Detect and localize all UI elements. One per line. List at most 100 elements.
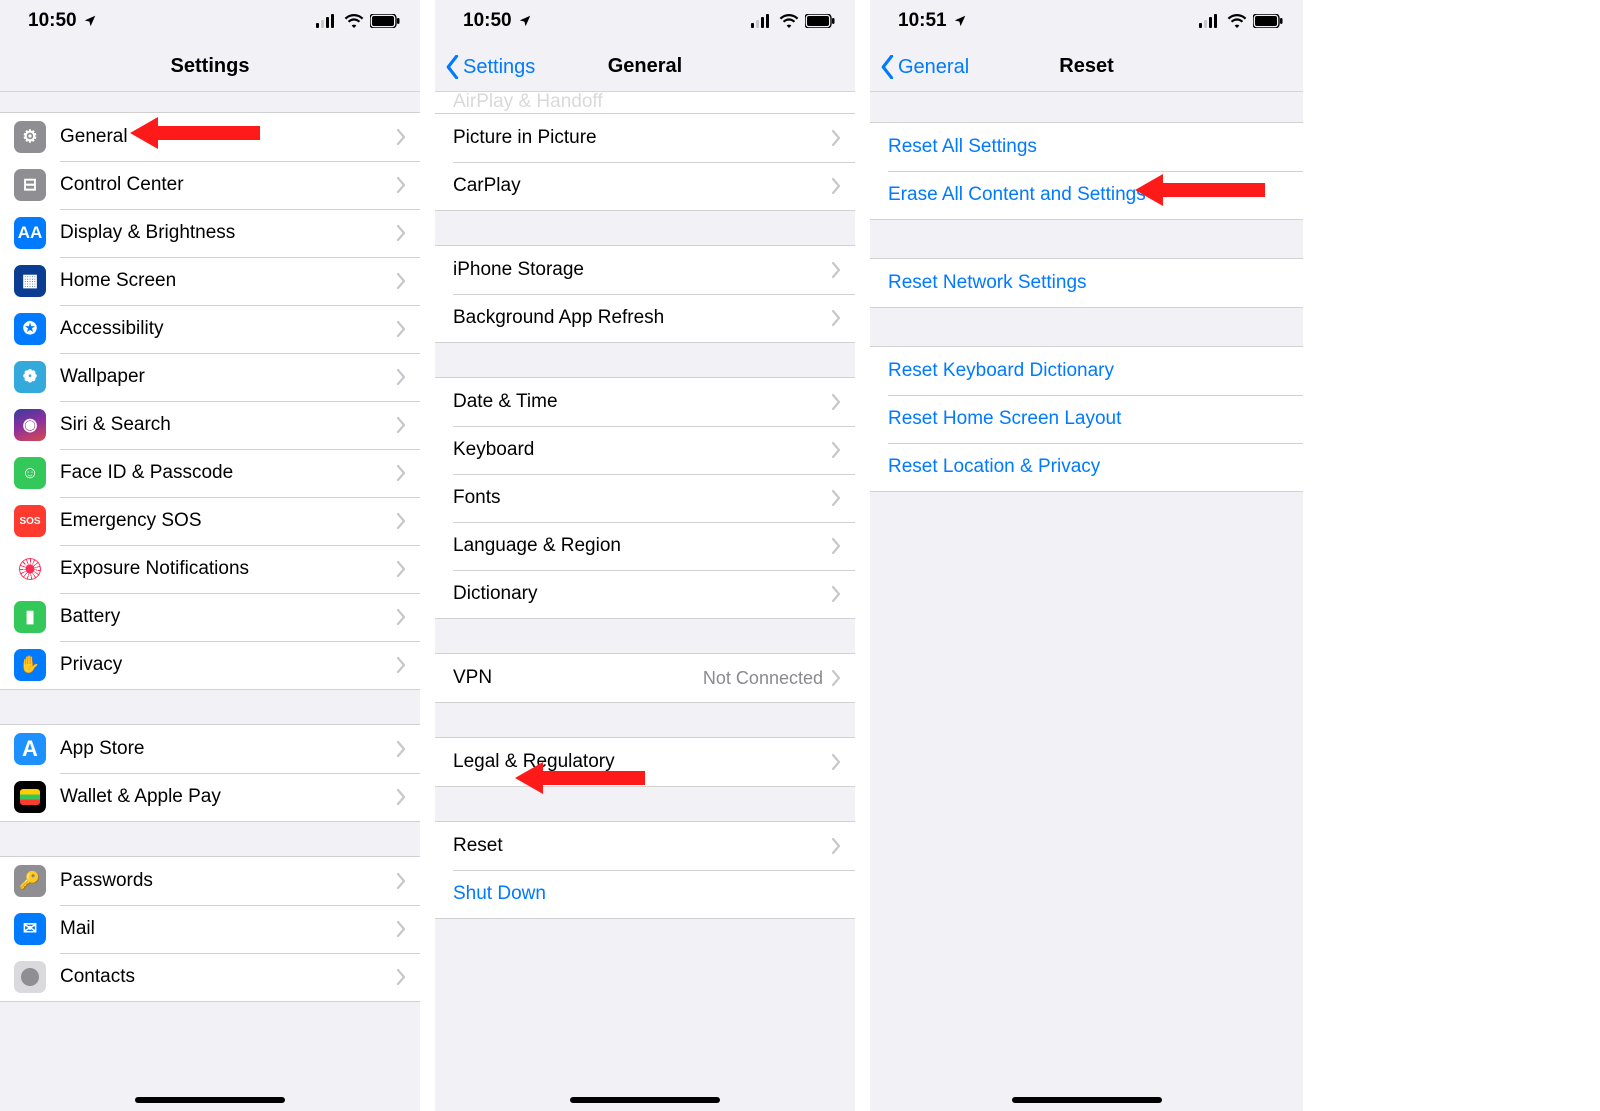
control-center-icon: ⊟ [14,169,46,201]
emergency-sos-icon: SOS [14,505,46,537]
row-label: Shut Down [453,883,841,905]
status-time: 10:51 [898,10,947,32]
row-label: Erase All Content and Settings [888,184,1289,206]
row-language-region[interactable]: Language & Region [435,522,855,570]
chevron-right-icon [396,513,406,529]
nav-bar: Settings [0,42,420,92]
settings-screen: 10:50 Settings ⚙ General ⊟ Control [0,0,420,1111]
row-control-center[interactable]: ⊟ Control Center [0,161,420,209]
row-label: Reset Network Settings [888,272,1289,294]
row-home-screen[interactable]: ▦ Home Screen [0,257,420,305]
row-reset-home-screen-layout[interactable]: Reset Home Screen Layout [870,395,1303,443]
row-label: Reset All Settings [888,136,1289,158]
row-label: General [60,126,396,148]
row-mail[interactable]: ✉ Mail [0,905,420,953]
row-label: Contacts [60,966,396,988]
home-screen-icon: ▦ [14,265,46,297]
home-indicator [1012,1097,1162,1103]
reset-screen: 10:51 General Reset Reset All SettingsEr… [870,0,1303,1111]
row-label: Privacy [60,654,396,676]
faceid-passcode-icon: ☺ [14,457,46,489]
general-content[interactable]: AirPlay & Handoff Picture in Picture CarP… [435,92,855,1111]
back-button[interactable]: Settings [445,42,535,92]
row-fonts[interactable]: Fonts [435,474,855,522]
chevron-right-icon [831,586,841,602]
accessibility-icon: ✪ [14,313,46,345]
status-bar: 10:51 [870,0,1303,42]
row-legal-regulatory[interactable]: Legal & Regulatory [435,738,855,786]
row-keyboard[interactable]: Keyboard [435,426,855,474]
row-faceid-passcode[interactable]: ☺ Face ID & Passcode [0,449,420,497]
reset-content[interactable]: Reset All Settings Erase All Content and … [870,92,1303,1111]
appstore-icon: A [14,733,46,765]
row-label: Passwords [60,870,396,892]
row-dictionary[interactable]: Dictionary [435,570,855,618]
settings-content[interactable]: ⚙ General ⊟ Control Center AA Display & … [0,92,420,1111]
row-label: CarPlay [453,175,831,197]
row-picture-in-picture[interactable]: Picture in Picture [435,114,855,162]
chevron-right-icon [831,538,841,554]
row-reset-keyboard-dictionary[interactable]: Reset Keyboard Dictionary [870,347,1303,395]
chevron-right-icon [831,262,841,278]
contacts-icon [14,961,46,993]
row-erase-all-content[interactable]: Erase All Content and Settings [870,171,1303,219]
row-label: Wallet & Apple Pay [60,786,396,808]
chevron-right-icon [396,969,406,985]
row-battery[interactable]: ▮ Battery [0,593,420,641]
row-iphone-storage[interactable]: iPhone Storage [435,246,855,294]
exposure-icon [14,553,46,585]
row-reset-network-settings[interactable]: Reset Network Settings [870,259,1303,307]
row-shut-down[interactable]: Shut Down [435,870,855,918]
chevron-right-icon [831,394,841,410]
row-siri-search[interactable]: ◉ Siri & Search [0,401,420,449]
wifi-icon [779,14,799,28]
row-label: Reset Keyboard Dictionary [888,360,1289,382]
row-label: Fonts [453,487,831,509]
battery-icon [1253,14,1283,28]
row-date-time[interactable]: Date & Time [435,378,855,426]
row-privacy[interactable]: ✋ Privacy [0,641,420,689]
back-button[interactable]: General [880,42,969,92]
row-app-store[interactable]: A App Store [0,725,420,773]
wifi-icon [344,14,364,28]
chevron-right-icon [396,873,406,889]
row-exposure-notifications[interactable]: Exposure Notifications [0,545,420,593]
chevron-right-icon [396,609,406,625]
row-display-brightness[interactable]: AA Display & Brightness [0,209,420,257]
row-label: Dictionary [453,583,831,605]
row-label: Control Center [60,174,396,196]
row-label: VPN [453,667,703,689]
row-label: Mail [60,918,396,940]
row-background-app-refresh[interactable]: Background App Refresh [435,294,855,342]
row-wallet-apple-pay[interactable]: Wallet & Apple Pay [0,773,420,821]
chevron-right-icon [396,321,406,337]
row-accessibility[interactable]: ✪ Accessibility [0,305,420,353]
chevron-right-icon [831,838,841,854]
row-label: Emergency SOS [60,510,396,532]
chevron-right-icon [396,417,406,433]
row-general[interactable]: ⚙ General [0,113,420,161]
general-icon: ⚙ [14,121,46,153]
row-label: App Store [60,738,396,760]
row-emergency-sos[interactable]: SOS Emergency SOS [0,497,420,545]
row-wallpaper[interactable]: ❁ Wallpaper [0,353,420,401]
row-airplay-handoff[interactable]: AirPlay & Handoff [435,92,855,114]
row-contacts[interactable]: Contacts [0,953,420,1001]
row-reset[interactable]: Reset [435,822,855,870]
row-carplay[interactable]: CarPlay [435,162,855,210]
general-screen: 10:50 Settings General AirPlay & Handoff… [435,0,855,1111]
row-reset-location-privacy[interactable]: Reset Location & Privacy [870,443,1303,491]
row-label: Battery [60,606,396,628]
location-icon [83,14,97,28]
cellular-icon [1199,14,1221,28]
row-vpn[interactable]: VPNNot Connected [435,654,855,702]
wallet-icon [14,781,46,813]
row-reset-all-settings[interactable]: Reset All Settings [870,123,1303,171]
chevron-right-icon [396,369,406,385]
battery-icon: ▮ [14,601,46,633]
row-label: Face ID & Passcode [60,462,396,484]
row-label: Accessibility [60,318,396,340]
display-brightness-icon: AA [14,217,46,249]
chevron-right-icon [396,657,406,673]
row-passwords[interactable]: 🔑 Passwords [0,857,420,905]
